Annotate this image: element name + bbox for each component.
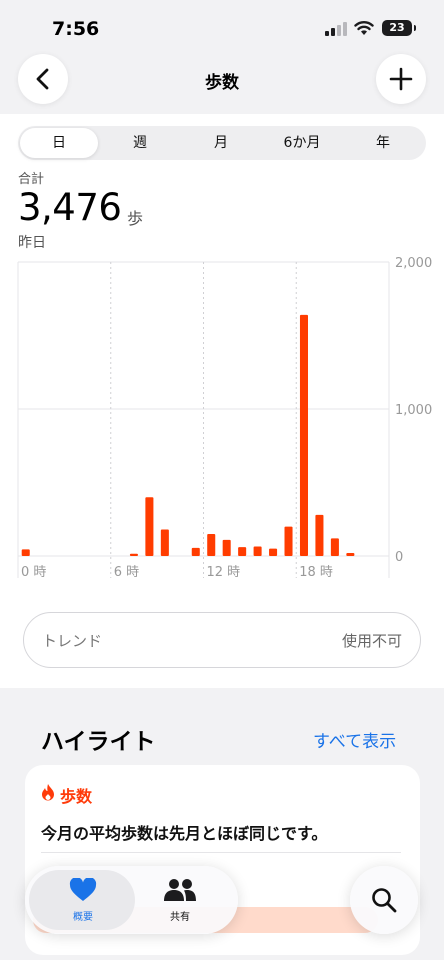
trend-row[interactable]: トレンド 使用不可	[23, 612, 421, 668]
wifi-icon	[354, 21, 374, 35]
bar-hour-8[interactable]	[145, 497, 154, 556]
segment-6months[interactable]: 6か月	[263, 128, 341, 158]
bar-hour-7[interactable]	[129, 553, 138, 556]
trend-label: トレンド	[42, 632, 103, 650]
flame-icon	[42, 784, 54, 801]
bar-hour-16[interactable]	[269, 548, 278, 556]
steps-chart-card: 日 週 月 6か月 年 合計 3,476 歩 昨日 2,000 1,000 0 0 時…	[0, 114, 444, 688]
period-segmented-control: 日 週 月 6か月 年	[18, 126, 426, 160]
tab-sharing-label: 共有	[170, 912, 190, 923]
x-tick-label: 6 時	[114, 565, 139, 580]
x-tick-label: 12 時	[207, 565, 241, 580]
bar-hour-21[interactable]	[346, 553, 355, 556]
highlights-title: ハイライト	[41, 729, 156, 755]
date-label: 昨日	[18, 235, 46, 251]
battery-icon: 23	[382, 20, 416, 36]
status-time: 7:56	[52, 18, 100, 40]
cellular-signal-icon	[325, 22, 347, 36]
plus-icon	[389, 67, 413, 91]
navigation-bar: 歩数	[0, 50, 444, 112]
tab-summary[interactable]: 概要	[33, 877, 133, 923]
people-icon	[164, 879, 196, 901]
bar-hour-14[interactable]	[238, 547, 247, 556]
bar-hour-12[interactable]	[207, 533, 216, 556]
highlight-category: 歩数	[60, 787, 93, 806]
bar-hour-9[interactable]	[160, 529, 169, 556]
search-button[interactable]	[350, 866, 418, 934]
search-icon	[372, 888, 397, 913]
x-tick-label: 0 時	[21, 565, 46, 580]
bar-hour-11[interactable]	[191, 547, 200, 556]
tab-summary-label: 概要	[73, 912, 93, 923]
segment-week[interactable]: 週	[101, 128, 179, 158]
trend-value: 使用不可	[341, 632, 402, 650]
x-tick-label: 18 時	[299, 565, 333, 580]
tab-bar: 概要 共有	[25, 866, 238, 934]
bar-hour-19[interactable]	[315, 514, 324, 556]
bar-hour-17[interactable]	[284, 526, 293, 556]
bar-hour-13[interactable]	[222, 539, 231, 556]
bar-hour-20[interactable]	[330, 538, 339, 556]
bar-hour-15[interactable]	[253, 546, 262, 556]
y-tick-label: 2,000	[395, 256, 432, 271]
total-steps-unit: 歩	[127, 209, 144, 228]
highlight-text: 今月の平均歩数は先月とほぼ同じです。	[41, 824, 328, 843]
tab-sharing[interactable]: 共有	[130, 878, 230, 923]
total-label: 合計	[18, 172, 45, 187]
status-bar: 7:56 23	[0, 0, 444, 50]
total-steps-value: 3,476	[18, 186, 122, 229]
y-tick-label: 0	[395, 550, 403, 565]
hourly-steps-chart[interactable]: 2,000 1,000 0 0 時 6 時 12 時 18 時	[0, 254, 444, 584]
show-all-link[interactable]: すべて表示	[313, 727, 396, 752]
segment-month[interactable]: 月	[182, 128, 260, 158]
divider	[41, 852, 401, 853]
y-tick-label: 1,000	[395, 403, 432, 418]
bar-hour-0[interactable]	[21, 549, 30, 556]
heart-icon	[69, 877, 97, 901]
segment-day[interactable]: 日	[20, 128, 98, 158]
bar-hour-18[interactable]	[299, 314, 308, 556]
segment-year[interactable]: 年	[344, 128, 422, 158]
add-button[interactable]	[376, 54, 426, 104]
